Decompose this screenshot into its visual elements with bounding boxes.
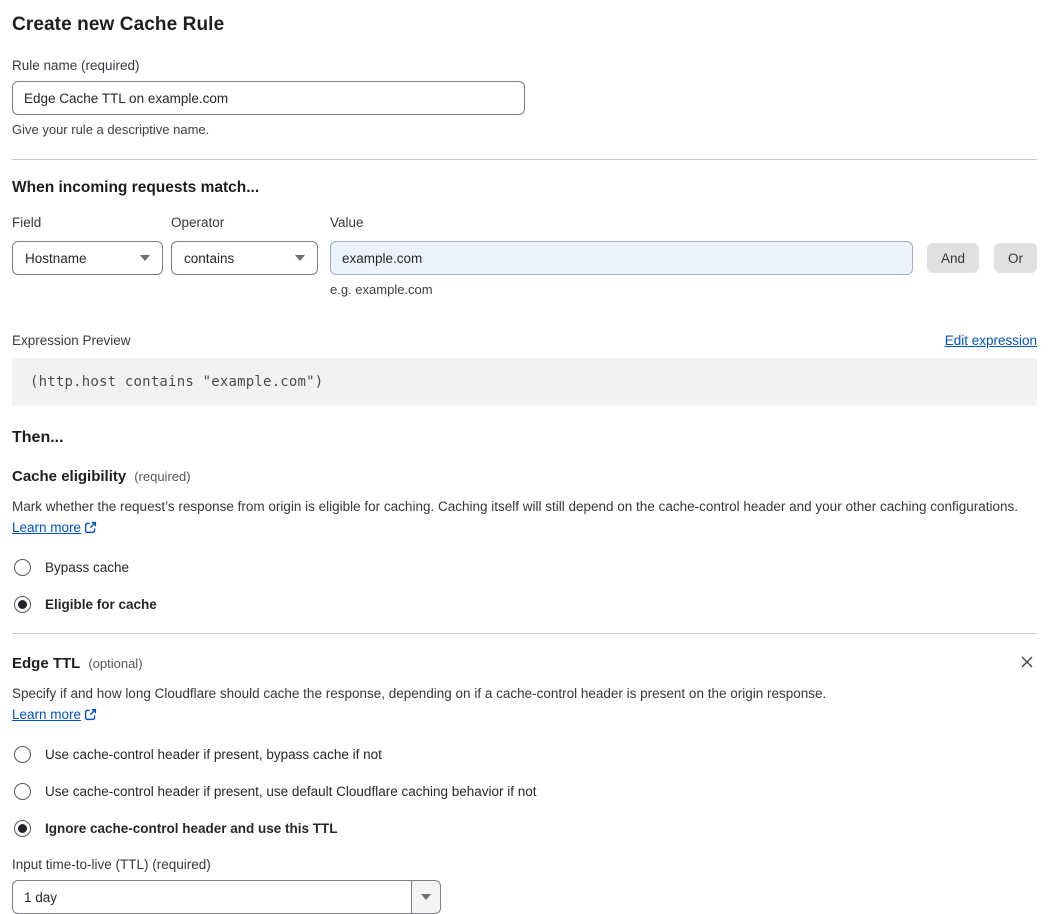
rule-name-helper: Give your rule a descriptive name. [12, 122, 210, 137]
close-edge-ttl-button[interactable] [1017, 653, 1037, 673]
condition-buttons: And Or [926, 243, 1037, 273]
edit-expression-link[interactable]: Edit expression [945, 333, 1037, 348]
radio-eligible-for-cache[interactable]: Eligible for cache [12, 596, 1037, 613]
operator-select-value: contains [184, 250, 235, 266]
field-select[interactable]: Hostname [12, 241, 163, 275]
edge-ttl-badge: (optional) [88, 656, 143, 671]
edge-ttl-header: Edge TTL (optional) [12, 655, 1037, 672]
then-heading: Then... [12, 429, 64, 446]
ttl-combobox [12, 880, 441, 914]
radio-circle-icon [14, 746, 31, 763]
rule-name-input[interactable] [12, 81, 525, 115]
ttl-label: Input time-to-live (TTL) (required) [12, 857, 211, 872]
value-helper: e.g. example.com [330, 282, 433, 297]
cache-eligibility-title: Cache eligibility [12, 468, 127, 485]
edge-ttl-options: Use cache-control header if present, byp… [12, 746, 1037, 837]
match-section-heading: When incoming requests match... [12, 179, 260, 196]
cache-eligibility-header: Cache eligibility (required) [12, 468, 1037, 485]
close-icon [1021, 656, 1033, 667]
page-title: Create new Cache Rule [12, 14, 225, 35]
radio-circle-checked-icon [14, 596, 31, 613]
value-label: Value [330, 215, 364, 230]
radio-use-header-default[interactable]: Use cache-control header if present, use… [12, 783, 1037, 800]
cache-eligibility-learn-more-link[interactable]: Learn more [12, 520, 81, 535]
operator-select[interactable]: contains [171, 241, 318, 275]
divider-edge-ttl [12, 633, 1037, 634]
radio-use-header-bypass[interactable]: Use cache-control header if present, byp… [12, 746, 1037, 763]
match-builder-row: Field Hostname Operator contains Value A… [12, 215, 1037, 275]
external-link-icon [84, 521, 97, 534]
radio-circle-checked-icon [14, 820, 31, 837]
radio-ignore-header-use-ttl[interactable]: Ignore cache-control header and use this… [12, 820, 1037, 837]
field-label: Field [12, 215, 42, 230]
chevron-down-icon [421, 894, 431, 900]
and-button[interactable]: And [926, 243, 979, 273]
chevron-down-icon [295, 255, 305, 261]
ttl-dropdown-button[interactable] [411, 880, 441, 914]
external-link-icon [84, 708, 97, 721]
edge-ttl-learn-more-link[interactable]: Learn more [12, 707, 81, 722]
or-button[interactable]: Or [994, 243, 1037, 273]
expression-preview-code: (http.host contains "example.com") [12, 358, 1037, 406]
chevron-down-icon [140, 255, 150, 261]
rule-name-label: Rule name (required) [12, 58, 140, 73]
edge-ttl-description: Specify if and how long Cloudflare shoul… [12, 686, 827, 722]
expression-preview-label: Expression Preview [12, 333, 131, 348]
value-input[interactable] [330, 241, 913, 275]
ttl-input[interactable] [12, 880, 411, 914]
cache-eligibility-description: Mark whether the request’s response from… [12, 499, 1019, 535]
edge-ttl-title: Edge TTL [12, 655, 81, 672]
cache-eligibility-options: Bypass cache Eligible for cache [12, 559, 1037, 613]
radio-bypass-cache[interactable]: Bypass cache [12, 559, 1037, 576]
divider-top [12, 159, 1037, 160]
radio-circle-icon [14, 559, 31, 576]
cache-eligibility-badge: (required) [134, 469, 191, 484]
radio-circle-icon [14, 783, 31, 800]
operator-label: Operator [171, 215, 225, 230]
field-select-value: Hostname [25, 250, 87, 266]
